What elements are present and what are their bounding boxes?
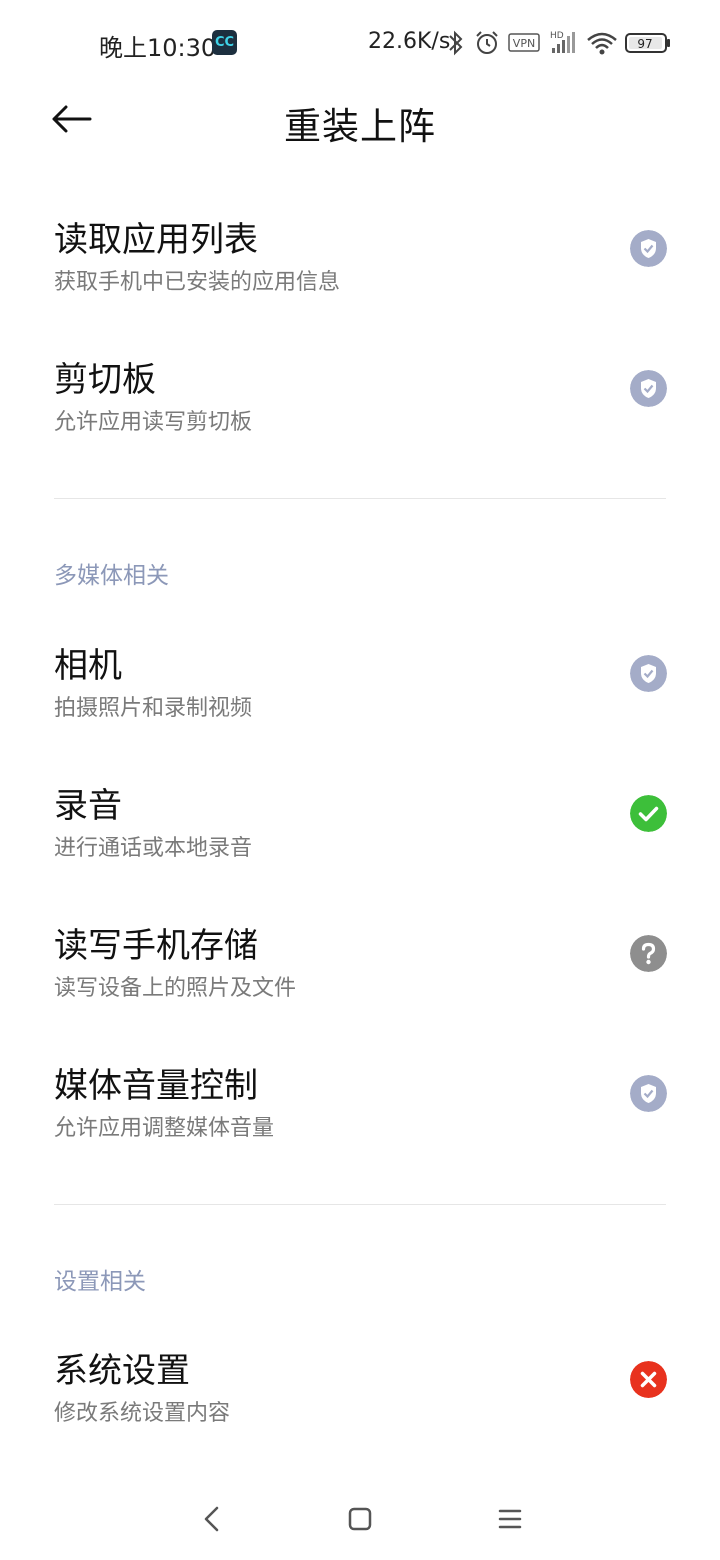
wifi-icon <box>587 32 617 55</box>
permission-subtitle: 读写设备上的照片及文件 <box>54 976 297 1001</box>
nav-home-button[interactable] <box>338 1498 382 1542</box>
svg-text:HD: HD <box>550 31 564 41</box>
permission-title: 剪切板 <box>54 360 156 400</box>
permission-subtitle: 允许应用读写剪切板 <box>54 410 253 435</box>
permission-item-storage[interactable]: 读写手机存储 读写设备上的照片及文件 <box>0 918 720 1058</box>
permission-subtitle: 拍摄照片和录制视频 <box>54 696 253 721</box>
permission-item-camera[interactable]: 相机 拍摄照片和录制视频 <box>0 638 720 778</box>
permission-subtitle: 修改系统设置内容 <box>54 1401 231 1426</box>
svg-text:VPN: VPN <box>513 37 535 50</box>
section-header-settings: 设置相关 <box>54 1269 146 1295</box>
shield-check-icon[interactable] <box>630 230 667 267</box>
permission-title: 录音 <box>54 786 122 826</box>
permission-item-system-settings[interactable]: 系统设置 修改系统设置内容 <box>0 1343 720 1483</box>
permission-item-clipboard[interactable]: 剪切板 允许应用读写剪切板 <box>0 352 720 492</box>
alarm-icon <box>476 31 498 54</box>
permission-subtitle: 允许应用调整媒体音量 <box>54 1116 275 1141</box>
status-bar: 晚上10:30 CC 22.6K/s VPN HD 97 <box>0 0 720 86</box>
system-nav-bar <box>0 1480 720 1560</box>
nav-back-button[interactable] <box>190 1498 234 1542</box>
bluetooth-icon <box>449 30 463 56</box>
vpn-icon: VPN <box>508 33 540 52</box>
app-notification-icon: CC <box>212 30 237 55</box>
permission-item-media-volume[interactable]: 媒体音量控制 允许应用调整媒体音量 <box>0 1058 720 1198</box>
square-icon <box>348 1507 372 1531</box>
question-circle-icon[interactable] <box>630 935 667 972</box>
page-title: 重装上阵 <box>284 105 436 148</box>
permission-title: 读取应用列表 <box>54 220 258 260</box>
shield-check-icon[interactable] <box>630 655 667 692</box>
permission-subtitle: 进行通话或本地录音 <box>54 836 253 861</box>
shield-check-icon[interactable] <box>630 370 667 407</box>
section-header-media: 多媒体相关 <box>54 563 169 589</box>
cross-circle-icon[interactable] <box>630 1361 667 1398</box>
network-speed: 22.6K/s <box>368 29 451 54</box>
nav-menu-button[interactable] <box>488 1498 532 1542</box>
page-header: 重装上阵 <box>0 86 720 154</box>
permission-title: 相机 <box>54 646 122 686</box>
permission-title: 系统设置 <box>54 1351 190 1391</box>
permission-item-recording[interactable]: 录音 进行通话或本地录音 <box>0 778 720 918</box>
hamburger-icon <box>498 1509 522 1529</box>
permission-title: 读写手机存储 <box>54 926 258 966</box>
svg-text:97: 97 <box>637 37 652 51</box>
cell-signal-icon: HD <box>550 31 575 53</box>
section-divider <box>54 498 666 499</box>
check-circle-icon[interactable] <box>630 795 667 832</box>
permission-title: 媒体音量控制 <box>54 1066 258 1106</box>
battery-icon: 97 <box>625 33 670 53</box>
permission-subtitle: 获取手机中已安装的应用信息 <box>54 270 341 295</box>
status-time: 晚上10:30 <box>99 34 217 62</box>
shield-check-icon[interactable] <box>630 1075 667 1112</box>
section-divider <box>54 1204 666 1205</box>
permission-item-app-list[interactable]: 读取应用列表 获取手机中已安装的应用信息 <box>0 212 720 352</box>
chevron-left-icon <box>204 1506 219 1532</box>
